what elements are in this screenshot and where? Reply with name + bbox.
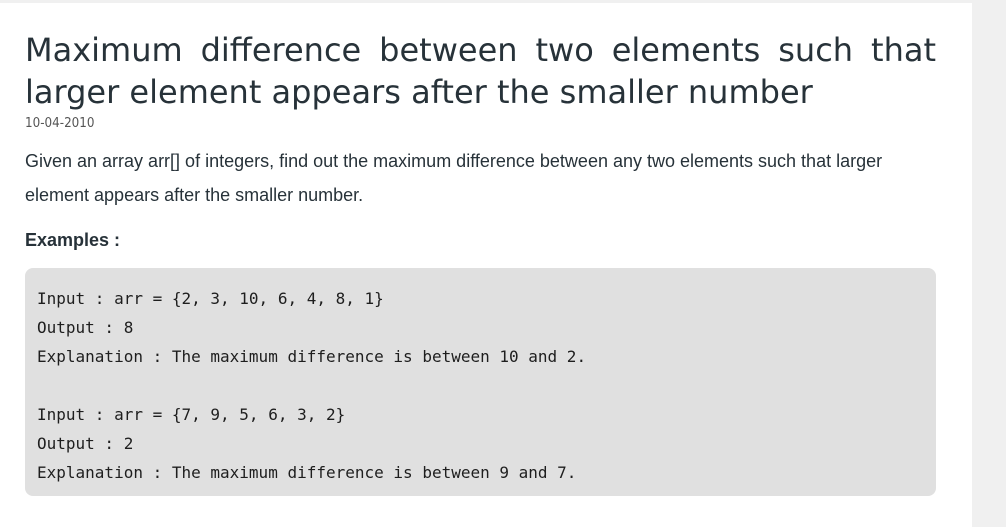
code-line: Input : arr = {7, 9, 5, 6, 3, 2} [37, 405, 346, 424]
code-line: Output : 8 [37, 318, 134, 337]
article-description: Given an array arr[] of integers, find o… [25, 151, 883, 205]
code-line: Explanation : The maximum difference is … [37, 347, 587, 366]
code-block: Input : arr = {2, 3, 10, 6, 4, 8, 1} Out… [25, 268, 936, 496]
scrollbar-gutter[interactable] [972, 0, 1006, 527]
code-line: Output : 2 [37, 434, 134, 453]
article-title: Maximum difference between two elements … [25, 31, 936, 111]
code-line: Input : arr = {2, 3, 10, 6, 4, 8, 1} [37, 289, 384, 308]
examples-heading: Examples : [25, 230, 121, 250]
article-content: Maximum difference between two elements … [25, 3, 936, 496]
article-date: 10-04-2010 [25, 116, 95, 131]
article-page: Maximum difference between two elements … [0, 3, 972, 527]
code-line: Explanation : The maximum difference is … [37, 463, 577, 482]
